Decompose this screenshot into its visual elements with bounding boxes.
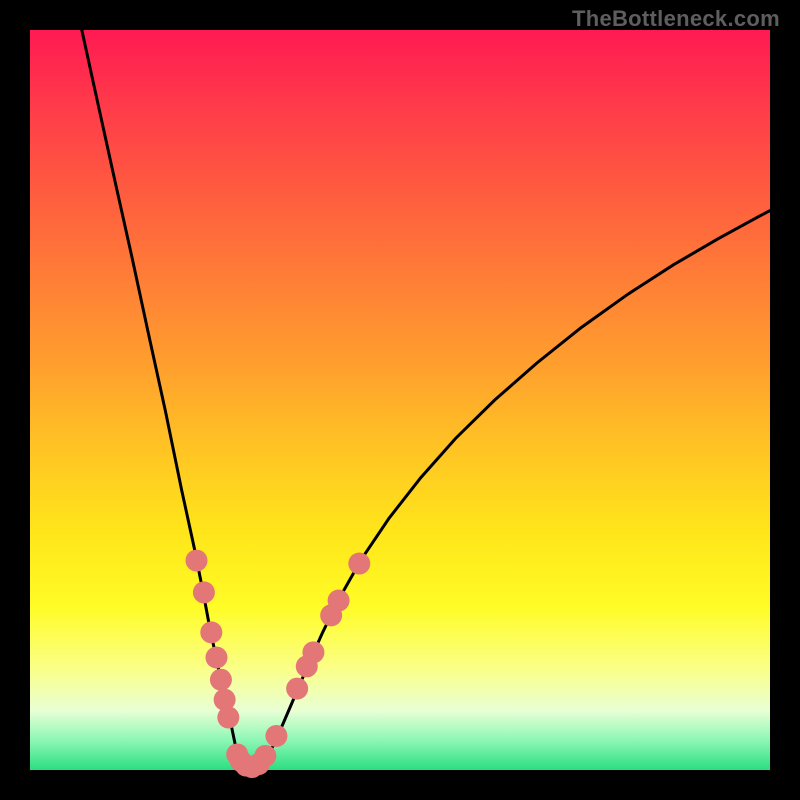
data-dot: [193, 581, 215, 603]
data-dot: [200, 621, 222, 643]
data-dot: [217, 706, 239, 728]
data-dot: [186, 550, 208, 572]
data-dot: [286, 678, 308, 700]
data-dot: [328, 590, 350, 612]
data-dot: [348, 553, 370, 575]
chart-svg: [0, 0, 800, 800]
v-curve: [82, 30, 770, 770]
data-dot: [205, 647, 227, 669]
data-dot: [210, 669, 232, 691]
data-dot: [302, 641, 324, 663]
data-dot: [265, 725, 287, 747]
data-dot: [254, 745, 276, 767]
